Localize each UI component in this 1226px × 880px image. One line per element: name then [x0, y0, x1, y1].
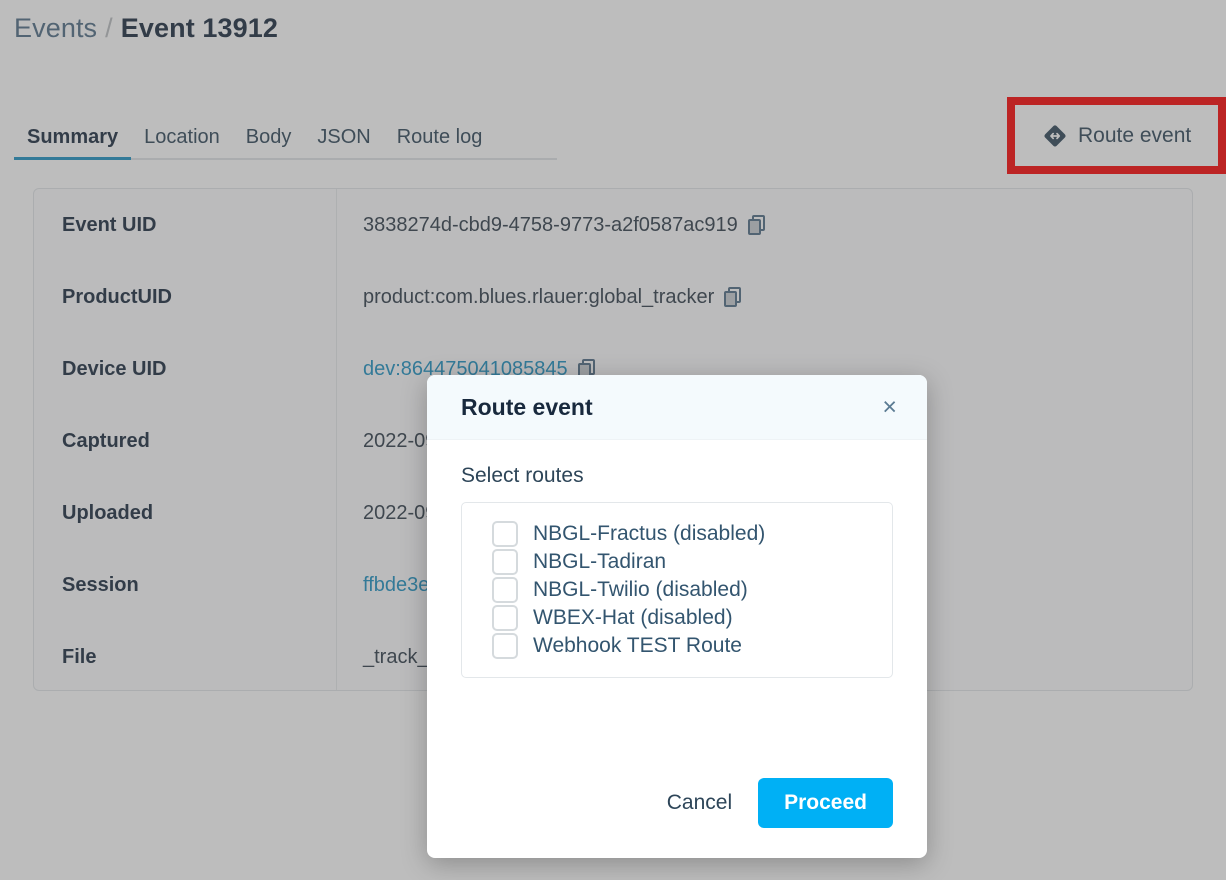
modal-header: Route event × — [427, 375, 927, 440]
modal-footer: Cancel Proceed — [427, 778, 927, 858]
route-checkbox[interactable] — [492, 549, 518, 575]
route-name-label: NBGL-Fractus (disabled) — [533, 522, 766, 545]
list-item[interactable]: WBEX-Hat (disabled) — [462, 604, 892, 632]
cancel-button[interactable]: Cancel — [663, 781, 736, 825]
route-checkbox[interactable] — [492, 633, 518, 659]
route-checkbox[interactable] — [492, 521, 518, 547]
route-checkbox[interactable] — [492, 605, 518, 631]
proceed-button[interactable]: Proceed — [758, 778, 893, 828]
select-routes-label: Select routes — [461, 464, 584, 487]
modal-body: Select routes NBGL-Fractus (disabled) NBG… — [427, 440, 927, 778]
route-name-label: WBEX-Hat (disabled) — [533, 606, 733, 629]
close-icon[interactable]: × — [874, 389, 905, 426]
route-name-label: NBGL-Twilio (disabled) — [533, 578, 748, 601]
list-item[interactable]: NBGL-Twilio (disabled) — [462, 576, 892, 604]
route-checkbox-list: NBGL-Fractus (disabled) NBGL-Tadiran NBGL-… — [461, 502, 893, 678]
route-name-label: NBGL-Tadiran — [533, 550, 667, 573]
list-item[interactable]: Webhook TEST Route — [462, 632, 892, 660]
route-name-label: Webhook TEST Route — [533, 634, 742, 657]
list-item[interactable]: NBGL-Fractus (disabled) — [462, 520, 892, 548]
modal-title: Route event — [461, 393, 593, 420]
route-event-modal: Route event × Select routes NBGL-Fractus… — [427, 375, 927, 858]
list-item[interactable]: NBGL-Tadiran — [462, 548, 892, 576]
route-checkbox[interactable] — [492, 577, 518, 603]
